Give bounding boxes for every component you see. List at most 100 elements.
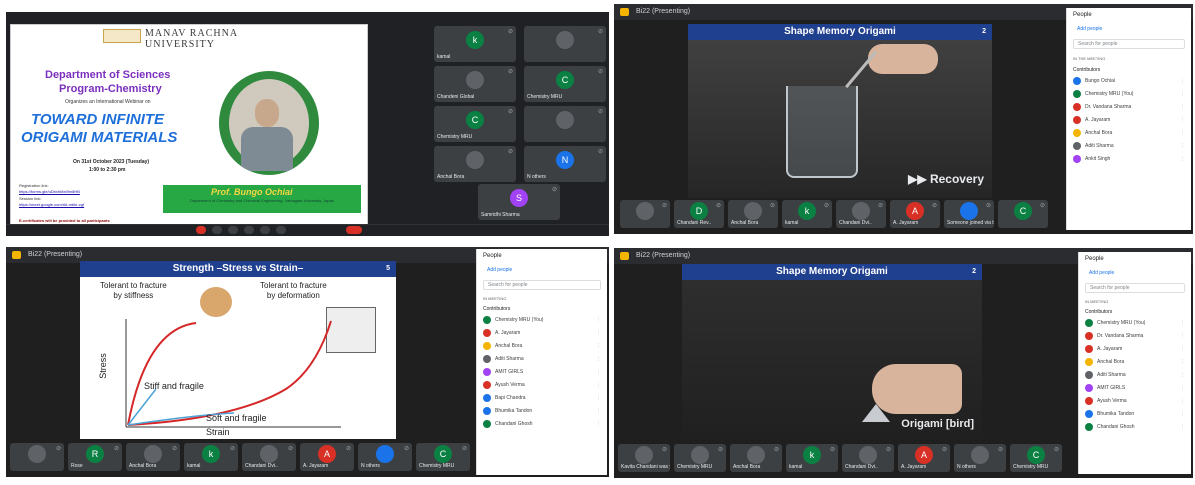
more-options-icon[interactable]: ⋮: [596, 327, 601, 340]
people-list-item[interactable]: Chandani Ghosh ⋮: [1079, 421, 1191, 434]
people-list-item[interactable]: Anchal Bora ⋮: [1067, 127, 1191, 140]
participant-tile[interactable]: C Chemistry MRU ⊘: [1010, 444, 1062, 472]
more-options-icon[interactable]: ⋮: [1180, 421, 1185, 434]
more-options-icon[interactable]: ⋮: [1180, 356, 1185, 369]
more-options-icon[interactable]: ⋮: [596, 314, 601, 327]
more-options-icon[interactable]: ⋮: [596, 353, 601, 366]
participant-tile[interactable]: Chandani Dvi.. ⊘: [842, 444, 894, 472]
people-list-item[interactable]: Ayush Verma ⋮: [1079, 395, 1191, 408]
participant-tile[interactable]: Chemistry MRU ⊘: [674, 444, 726, 472]
participant-tile[interactable]: k kamal ⊘: [434, 26, 516, 62]
participant-tile[interactable]: A A. Jayaram ⊘: [890, 200, 940, 228]
people-list-item[interactable]: Bungo Ochiai ⋮: [1067, 75, 1191, 88]
participant-tile[interactable]: Someone joined via the call ⊘: [944, 200, 994, 228]
people-list-item[interactable]: Anchal Bora ⋮: [1079, 356, 1191, 369]
participant-tile[interactable]: Anchal Bora ⊘: [730, 444, 782, 472]
more-options-icon[interactable]: ⋮: [1180, 317, 1185, 330]
participant-tile[interactable]: k kamal ⊘: [782, 200, 832, 228]
more-options-icon[interactable]: ⋮: [1180, 153, 1185, 166]
people-list-item[interactable]: Ayush Verma ⋮: [477, 379, 607, 392]
people-list-item[interactable]: Aditi Sharma ⋮: [1079, 369, 1191, 382]
people-list-item[interactable]: Dr. Vandana Sharma ⋮: [1079, 330, 1191, 343]
participant-tile[interactable]: Kavita Chandani was your film meeting ⊘: [618, 444, 670, 472]
participant-tile[interactable]: R Rose ⊘: [68, 443, 122, 471]
participant-tile[interactable]: Anchal Bora ⊘: [126, 443, 180, 471]
participant-tile[interactable]: C ⊘: [998, 200, 1048, 228]
end-call-button[interactable]: [346, 226, 362, 234]
present-button[interactable]: [260, 226, 270, 234]
people-list-item[interactable]: Chemistry MRU (You) ⋮: [1067, 88, 1191, 101]
participant-tile[interactable]: S Samridhi Sharma ⊘: [478, 184, 560, 220]
participant-tile[interactable]: k kamal ⊘: [184, 443, 238, 471]
people-search-input[interactable]: Search for people: [483, 280, 601, 290]
people-list-item[interactable]: AMIT GIRLS ⋮: [1079, 382, 1191, 395]
people-list-item[interactable]: Bhumika Tandon ⋮: [1079, 408, 1191, 421]
participant-tile[interactable]: D Chandani Rev.. ⊘: [674, 200, 724, 228]
more-options-icon[interactable]: ⋮: [1180, 369, 1185, 382]
more-options-icon[interactable]: ⋮: [1180, 114, 1185, 127]
participant-tile[interactable]: ⊘: [620, 200, 670, 228]
more-options-icon[interactable]: ⋮: [596, 340, 601, 353]
people-search-input[interactable]: Search for people: [1073, 39, 1185, 49]
people-list-item[interactable]: Aditi Sharma ⋮: [477, 353, 607, 366]
more-options-icon[interactable]: ⋮: [1180, 382, 1185, 395]
people-list-item[interactable]: Aditi Sharma ⋮: [1067, 140, 1191, 153]
participant-tile[interactable]: Anchal Bora ⊘: [728, 200, 778, 228]
participant-tile[interactable]: ⊘: [524, 106, 606, 142]
more-options-icon[interactable]: ⋮: [1180, 88, 1185, 101]
participant-tile[interactable]: C Chemistry MRU ⊘: [434, 106, 516, 142]
more-options-icon[interactable]: ⋮: [1180, 75, 1185, 88]
more-options-icon[interactable]: ⋮: [1180, 140, 1185, 153]
more-options-icon[interactable]: ⋮: [1180, 408, 1185, 421]
participant-tile[interactable]: ⊘: [524, 26, 606, 62]
add-people-button[interactable]: Add people: [1083, 268, 1120, 278]
leave-call-button[interactable]: [196, 226, 206, 234]
participant-tile[interactable]: ⊘: [10, 443, 64, 471]
participant-tile[interactable]: N others ⊘: [358, 443, 412, 471]
people-search-input[interactable]: Search for people: [1085, 283, 1185, 293]
more-options-icon[interactable]: ⋮: [1180, 395, 1185, 408]
session-link[interactable]: https://meet.google.com/rkt-mbkr-cgf: [19, 202, 84, 207]
participant-tile[interactable]: N N others ⊘: [524, 146, 606, 182]
more-options-icon[interactable]: ⋮: [596, 379, 601, 392]
captions-button[interactable]: [244, 226, 254, 234]
add-people-button[interactable]: Add people: [481, 265, 518, 275]
people-list-item[interactable]: Chandani Ghosh ⋮: [477, 418, 607, 431]
more-options-icon[interactable]: ⋮: [1180, 330, 1185, 343]
people-list-item[interactable]: Chemistry MRU (You) ⋮: [1079, 317, 1191, 330]
participant-tile[interactable]: C Chemistry MRU ⊘: [416, 443, 470, 471]
people-list-item[interactable]: A. Jayaram ⋮: [477, 327, 607, 340]
more-options-icon[interactable]: ⋮: [1180, 101, 1185, 114]
participant-tile[interactable]: Chandeni Global ⊘: [434, 66, 516, 102]
more-options-icon[interactable]: ⋮: [1180, 343, 1185, 356]
more-options-icon[interactable]: ⋮: [596, 405, 601, 418]
people-list: Chemistry MRU (You) ⋮ Dr. Vandana Sharma ⋮ A…: [1079, 317, 1191, 434]
people-list-item[interactable]: Ankit Singh ⋮: [1067, 153, 1191, 166]
more-options-icon[interactable]: ⋮: [596, 418, 601, 431]
people-list-item[interactable]: Bapi Chandra ⋮: [477, 392, 607, 405]
camera-button[interactable]: [228, 226, 238, 234]
participant-avatar: R: [86, 445, 104, 464]
participant-tile[interactable]: k kamal ⊘: [786, 444, 838, 472]
people-list-item[interactable]: A. Jayaram ⋮: [1079, 343, 1191, 356]
participant-tile[interactable]: Anchal Bora ⊘: [434, 146, 516, 182]
more-options-icon[interactable]: ⋮: [1180, 127, 1185, 140]
participant-tile[interactable]: A A. Jayaram ⊘: [898, 444, 950, 472]
more-options-button[interactable]: [276, 226, 286, 234]
more-options-icon[interactable]: ⋮: [596, 366, 601, 379]
people-list-item[interactable]: Dr. Vandana Sharma ⋮: [1067, 101, 1191, 114]
participant-tile[interactable]: Chandani Dvi.. ⊘: [836, 200, 886, 228]
participant-tile[interactable]: N others ⊘: [954, 444, 1006, 472]
participant-tile[interactable]: Chandani Dvi.. ⊘: [242, 443, 296, 471]
registration-link[interactable]: https://forms.gle/uDbxhMxt9m8HB: [19, 189, 80, 194]
more-options-icon[interactable]: ⋮: [596, 392, 601, 405]
participant-tile[interactable]: C Chemistry MRU ⊘: [524, 66, 606, 102]
people-list-item[interactable]: Anchal Bora ⋮: [477, 340, 607, 353]
people-list-item[interactable]: AMIT GIRLS ⋮: [477, 366, 607, 379]
people-list-item[interactable]: Bhumika Tandon ⋮: [477, 405, 607, 418]
people-list-item[interactable]: A. Jayaram ⋮: [1067, 114, 1191, 127]
mic-button[interactable]: [212, 226, 222, 234]
people-list-item[interactable]: Chemistry MRU (You) ⋮: [477, 314, 607, 327]
add-people-button[interactable]: Add people: [1071, 24, 1108, 34]
participant-tile[interactable]: A A. Jayaram ⊘: [300, 443, 354, 471]
